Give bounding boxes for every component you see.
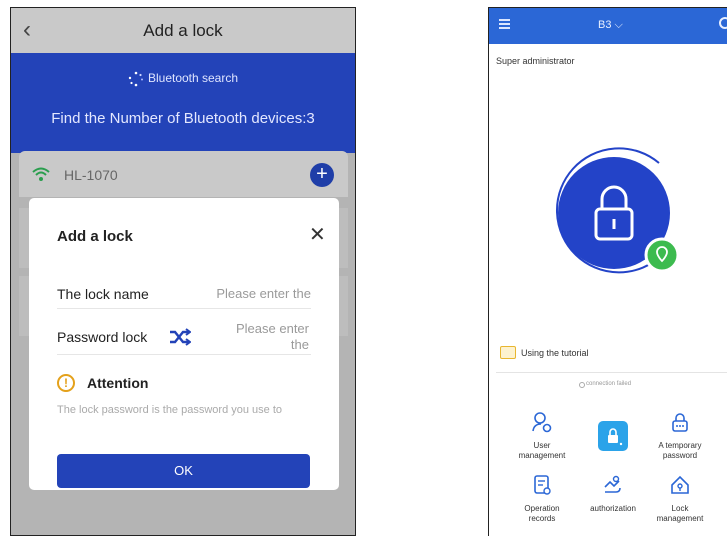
user-management-tile[interactable]: User management xyxy=(509,411,575,461)
password-placeholder-line: Please enter xyxy=(236,321,309,336)
attention-text: The lock password is the password you us… xyxy=(57,404,283,416)
tile-label: User management xyxy=(518,441,566,460)
lock-button-icon[interactable] xyxy=(598,421,628,451)
divider xyxy=(57,354,311,355)
password-placeholder-line: the xyxy=(290,337,309,352)
add-lock-screen: ‹ Add a lock Bluetooth search Find the N… xyxy=(10,7,356,536)
role-label: Super administrator xyxy=(496,56,575,66)
tile-label: Lock management xyxy=(656,504,704,523)
home-lock-icon xyxy=(671,475,689,494)
wifi-icon xyxy=(32,167,50,181)
unlock-button[interactable] xyxy=(544,143,684,283)
bluetooth-search[interactable]: Bluetooth search xyxy=(11,71,355,87)
authorization-tile[interactable]: authorization xyxy=(580,474,646,514)
device-row[interactable]: HL-1070 + xyxy=(19,151,348,197)
plus-icon[interactable]: + xyxy=(310,163,334,187)
password-label: Password lock xyxy=(57,329,148,345)
bluetooth-count: Find the Number of Bluetooth devices:3 xyxy=(51,110,315,127)
lock-name-label: The lock name xyxy=(57,286,149,302)
temporary-password-tile[interactable]: A temporary password xyxy=(647,411,713,461)
divider xyxy=(496,372,727,373)
lock-name-input[interactable]: Please enter the xyxy=(189,286,311,301)
loading-icon xyxy=(128,71,143,87)
temporary-password-icon xyxy=(672,413,688,432)
tile-label: authorization xyxy=(590,504,636,513)
tutorial-link[interactable]: Using the tutorial xyxy=(521,348,589,358)
divider xyxy=(57,308,311,309)
close-icon[interactable]: ✕ xyxy=(309,224,326,246)
authorization-icon xyxy=(604,475,621,493)
connection-status: connection failed xyxy=(586,381,632,387)
page-title: Add a lock xyxy=(143,21,223,40)
operation-records-tile[interactable]: Operation records xyxy=(509,474,575,524)
lock-management-tile[interactable]: Lock management xyxy=(647,474,713,524)
dialog-title: Add a lock xyxy=(57,228,133,245)
folder-icon xyxy=(500,346,516,359)
ok-button[interactable]: OK xyxy=(57,454,310,488)
bluetooth-search-label: Bluetooth search xyxy=(147,71,239,86)
header-bar: B3 ⌵ xyxy=(489,8,727,44)
bluetooth-panel: Bluetooth search Find the Number of Blue… xyxy=(11,53,355,153)
attention-title: Attention xyxy=(87,375,149,391)
lock-selector[interactable]: B3 ⌵ xyxy=(598,19,623,32)
records-icon xyxy=(534,475,551,495)
tile-label: A temporary password xyxy=(658,441,702,460)
lock-home-screen: B3 ⌵ Super administrator Using the tutor… xyxy=(488,7,727,536)
tile-label: Operation records xyxy=(524,504,560,523)
shuffle-icon[interactable] xyxy=(169,328,191,346)
status-dot-icon xyxy=(579,382,585,388)
hamburger-icon[interactable] xyxy=(499,19,510,29)
add-lock-dialog: Add a lock ✕ The lock name Please enter … xyxy=(29,198,339,490)
device-name: HL-1070 xyxy=(64,167,118,183)
header-bar: ‹ Add a lock xyxy=(11,8,355,53)
user-settings-icon xyxy=(532,412,552,433)
warning-icon: ! xyxy=(57,374,75,392)
gear-icon[interactable] xyxy=(719,17,727,29)
password-input[interactable]: Please enter the xyxy=(209,321,309,353)
